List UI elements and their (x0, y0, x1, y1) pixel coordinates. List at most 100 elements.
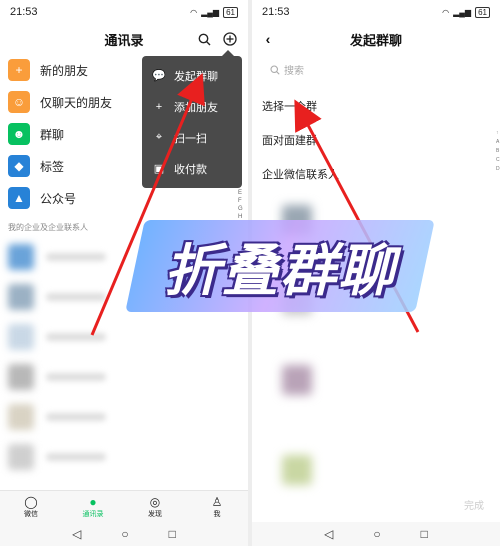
contact-name-blur (46, 333, 106, 341)
tab-bar: ◯ 微信 ● 通讯录 ◎ 发现 ♙ 我 (0, 490, 248, 522)
add-friend-icon: + (155, 100, 163, 113)
avatar (8, 324, 34, 350)
alphabet-index[interactable]: ↑ A B C D (496, 130, 500, 172)
search-input[interactable]: 搜索 (262, 62, 490, 77)
chat-icon: 💬 (152, 70, 166, 82)
index-letter[interactable]: D (496, 166, 500, 172)
avatar (8, 404, 34, 430)
signal-icon: ▂▄▆ (201, 7, 220, 17)
contact-name-blur (46, 413, 106, 421)
system-nav-bar: ◁ ○ □ (0, 522, 248, 546)
battery-indicator: 61 (223, 6, 238, 18)
search-placeholder: 搜索 (284, 66, 304, 77)
chat-bubble-icon: ◯ (24, 494, 38, 509)
contact-name-blur (46, 453, 106, 461)
home-circle-icon[interactable]: ○ (121, 527, 128, 541)
avatar (8, 284, 34, 310)
tag-icon: ◆ (8, 155, 30, 177)
contact-label: 新的朋友 (40, 63, 89, 78)
home-circle-icon[interactable]: ○ (373, 527, 380, 541)
option-list: 选择一个群 面对面建群 企业微信联系人 (252, 89, 500, 191)
menu-item-label: 收付款 (174, 163, 207, 176)
menu-item-scan[interactable]: ⌖ 扫一扫 (142, 122, 242, 153)
compass-icon: ◎ (149, 494, 161, 509)
avatar (8, 364, 34, 390)
tab-contacts[interactable]: ● 通讯录 (69, 491, 117, 522)
back-triangle-icon[interactable]: ◁ (72, 527, 81, 541)
status-icons: ◠ ▂▄▆ 61 (442, 6, 490, 18)
system-nav-bar: ◁ ○ □ (252, 522, 500, 546)
contact-name-blur (46, 293, 106, 301)
contacts-icon: ● (89, 494, 97, 509)
tab-label: 我 (213, 510, 221, 518)
search-icon[interactable] (196, 31, 212, 47)
plus-popup-menu: 💬 发起群聊 + 添加朋友 ⌖ 扫一扫 ▣ 收付款 (142, 50, 242, 188)
avatar (282, 365, 312, 395)
status-bar: 21:53 ◠ ▂▄▆ 61 (0, 0, 248, 24)
tab-chat-bubble[interactable]: ◯ 微信 (7, 491, 55, 522)
back-triangle-icon[interactable]: ◁ (324, 527, 333, 541)
index-letter[interactable]: ↑ (496, 130, 500, 136)
status-bar: 21:53 ◠ ▂▄▆ 61 (252, 0, 500, 24)
tab-label: 通讯录 (82, 510, 104, 518)
menu-item-add-friend[interactable]: + 添加朋友 (142, 91, 242, 122)
list-item[interactable] (0, 317, 248, 357)
menu-item-label: 发起群聊 (174, 70, 218, 83)
avatar (282, 455, 312, 485)
menu-item-payment[interactable]: ▣ 收付款 (142, 153, 242, 184)
signal-icon: ▂▄▆ (453, 7, 472, 17)
tab-label: 发现 (148, 510, 162, 518)
nav-bar: ‹ 发起群聊 (252, 24, 500, 54)
contact-label: 公众号 (40, 191, 77, 206)
nav-bar: 通讯录 (0, 24, 248, 54)
index-letter[interactable]: B (496, 148, 500, 154)
wifi-icon: ◠ (442, 7, 450, 17)
option-row[interactable]: 面对面建群 (252, 123, 500, 157)
recents-square-icon[interactable]: □ (421, 527, 428, 541)
official-account-icon: ▲ (8, 187, 30, 209)
status-time: 21:53 (262, 6, 290, 18)
avatar (8, 444, 34, 470)
index-letter[interactable]: A (496, 139, 500, 145)
contact-name-blur (46, 253, 106, 261)
option-row[interactable]: 选择一个群 (252, 89, 500, 123)
wifi-icon: ◠ (190, 7, 198, 17)
index-letter[interactable]: C (496, 157, 500, 163)
status-time: 21:53 (10, 6, 38, 18)
payment-icon: ▣ (153, 163, 165, 175)
index-letter[interactable]: G (238, 206, 243, 212)
alphabet-index[interactable]: EFGH (238, 190, 243, 220)
menu-item-chat[interactable]: 💬 发起群聊 (142, 60, 242, 91)
battery-indicator: 61 (475, 6, 490, 18)
option-row[interactable]: 企业微信联系人 (252, 157, 500, 191)
status-icons: ◠ ▂▄▆ 61 (190, 6, 238, 18)
tab-label: 微信 (24, 510, 38, 518)
overlay-title-banner: 折叠群聊 (125, 220, 435, 312)
index-letter[interactable]: E (238, 190, 243, 196)
avatar (8, 244, 34, 270)
menu-item-label: 添加朋友 (174, 101, 218, 114)
tab-me[interactable]: ♙ 我 (193, 491, 241, 522)
add-circle-icon[interactable] (222, 31, 238, 47)
list-item[interactable] (0, 397, 248, 437)
group-icon: ☻ (8, 123, 30, 145)
page-title: 发起群聊 (349, 32, 402, 48)
menu-item-label: 扫一扫 (174, 132, 207, 145)
contact-name-blur (46, 373, 106, 381)
page-title: 通讯录 (104, 32, 144, 48)
contact-label: 标签 (40, 159, 65, 174)
list-item[interactable] (0, 437, 248, 477)
list-item[interactable] (0, 357, 248, 397)
contact-label: 仅聊天的朋友 (40, 95, 113, 110)
done-button[interactable]: 完成 (464, 497, 484, 512)
search-icon (270, 64, 280, 75)
me-icon: ♙ (211, 494, 223, 509)
overlay-title-text: 折叠群聊 (164, 238, 396, 304)
tab-compass[interactable]: ◎ 发现 (131, 491, 179, 522)
index-letter[interactable]: F (238, 198, 243, 204)
recents-square-icon[interactable]: □ (169, 527, 176, 541)
back-arrow-icon[interactable]: ‹ (260, 31, 276, 47)
person-add-icon: + (8, 59, 30, 81)
contact-label: 群聊 (40, 127, 65, 142)
scan-icon: ⌖ (155, 131, 163, 143)
